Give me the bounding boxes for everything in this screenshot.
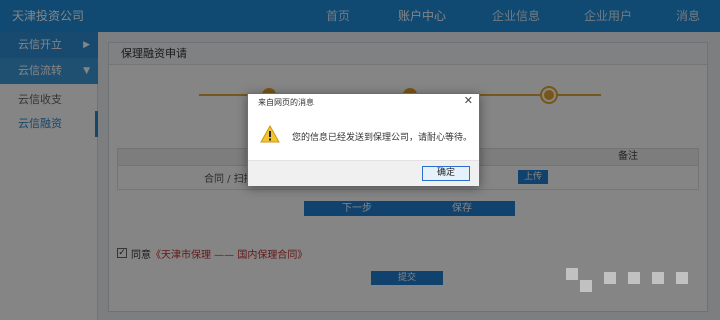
warning-icon xyxy=(260,125,280,143)
dialog-message: 您的信息已经发送到保理公司，请耐心等待。 xyxy=(292,133,473,143)
dialog-title: 来自网页的消息 xyxy=(258,98,314,107)
message-dialog: 来自网页的消息 ✕ 您的信息已经发送到保理公司，请耐心等待。 确定 xyxy=(247,93,480,186)
ok-button[interactable]: 确定 xyxy=(422,166,470,181)
close-icon[interactable]: ✕ xyxy=(464,94,473,108)
watermark xyxy=(566,262,706,298)
dialog-footer: 确定 xyxy=(248,160,479,186)
